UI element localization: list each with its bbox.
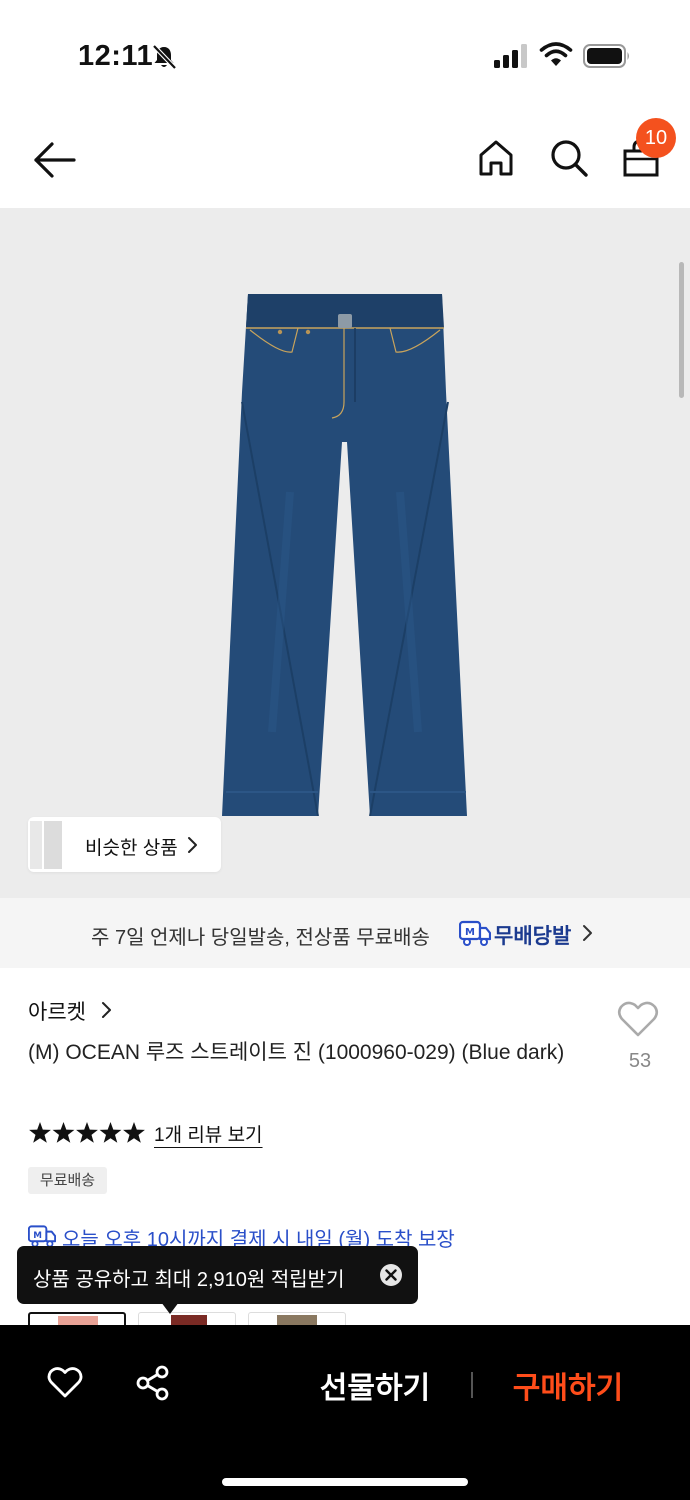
- similar-products-thumbnails: [30, 821, 62, 869]
- search-icon[interactable]: [548, 137, 590, 179]
- similar-products-button[interactable]: 비슷한 상품: [28, 817, 221, 872]
- product-image-gallery[interactable]: [0, 208, 690, 898]
- rating-stars: [29, 1122, 145, 1143]
- color-options: [28, 1312, 358, 1326]
- chevron-right-icon: [188, 837, 197, 853]
- color-option[interactable]: [248, 1312, 346, 1326]
- color-option[interactable]: [28, 1312, 126, 1326]
- app-header: [0, 110, 690, 208]
- gift-button[interactable]: 선물하기: [300, 1363, 450, 1407]
- close-circle-icon[interactable]: [379, 1263, 403, 1287]
- similar-products-label: 비슷한 상품: [85, 838, 178, 859]
- signal-icon: [494, 44, 527, 68]
- battery-icon: [583, 44, 629, 68]
- bell-slash-icon: [152, 44, 177, 70]
- share-icon[interactable]: [135, 1365, 171, 1401]
- like-count: 53: [628, 1050, 652, 1072]
- share-reward-tooltip: 상품 공유하고 최대 2,910원 적립받기: [17, 1246, 418, 1314]
- home-icon[interactable]: [476, 137, 516, 179]
- delivery-banner[interactable]: 주 7일 언제나 당일발송, 전상품 무료배송 M 무배당발: [0, 898, 690, 968]
- product-title: (M) OCEAN 루즈 스트레이트 진 (1000960-029) (Blue…: [28, 1041, 565, 1064]
- color-option[interactable]: [138, 1312, 236, 1326]
- divider: [471, 1372, 473, 1398]
- tooltip-text: 상품 공유하고 최대 2,910원 적립받기: [33, 1269, 345, 1291]
- tooltip-arrow: [161, 1302, 179, 1314]
- delivery-brand-label: 무배당발: [494, 925, 572, 948]
- heart-icon[interactable]: [616, 998, 660, 1040]
- chevron-right-icon: [102, 1002, 111, 1018]
- delivery-truck-icon: M: [459, 920, 491, 946]
- chevron-right-icon: [583, 925, 592, 941]
- status-bar: 12:11: [0, 0, 690, 110]
- svg-text:M: M: [465, 927, 475, 938]
- product-image: [222, 294, 467, 816]
- brand-link[interactable]: 아르켓: [28, 996, 111, 1024]
- bottom-action-bar: 선물하기 구매하기: [0, 1325, 690, 1500]
- review-link[interactable]: 1개 리뷰 보기: [154, 1120, 263, 1147]
- wifi-icon: [539, 42, 573, 66]
- svg-text:M: M: [33, 1231, 42, 1241]
- brand-name: 아르켓: [28, 1001, 86, 1024]
- delivery-banner-text: 주 7일 언제나 당일발송, 전상품 무료배송: [91, 927, 430, 949]
- heart-icon[interactable]: [47, 1365, 83, 1399]
- delivery-truck-icon: M: [28, 1225, 56, 1248]
- buy-button[interactable]: 구매하기: [493, 1363, 643, 1407]
- status-time: 12:11: [78, 40, 154, 72]
- free-shipping-tag: 무료배송: [28, 1167, 107, 1194]
- scroll-indicator: [679, 262, 684, 398]
- home-indicator[interactable]: [222, 1478, 468, 1486]
- cart-count-badge: 10: [636, 118, 676, 158]
- back-arrow-icon[interactable]: [30, 138, 80, 182]
